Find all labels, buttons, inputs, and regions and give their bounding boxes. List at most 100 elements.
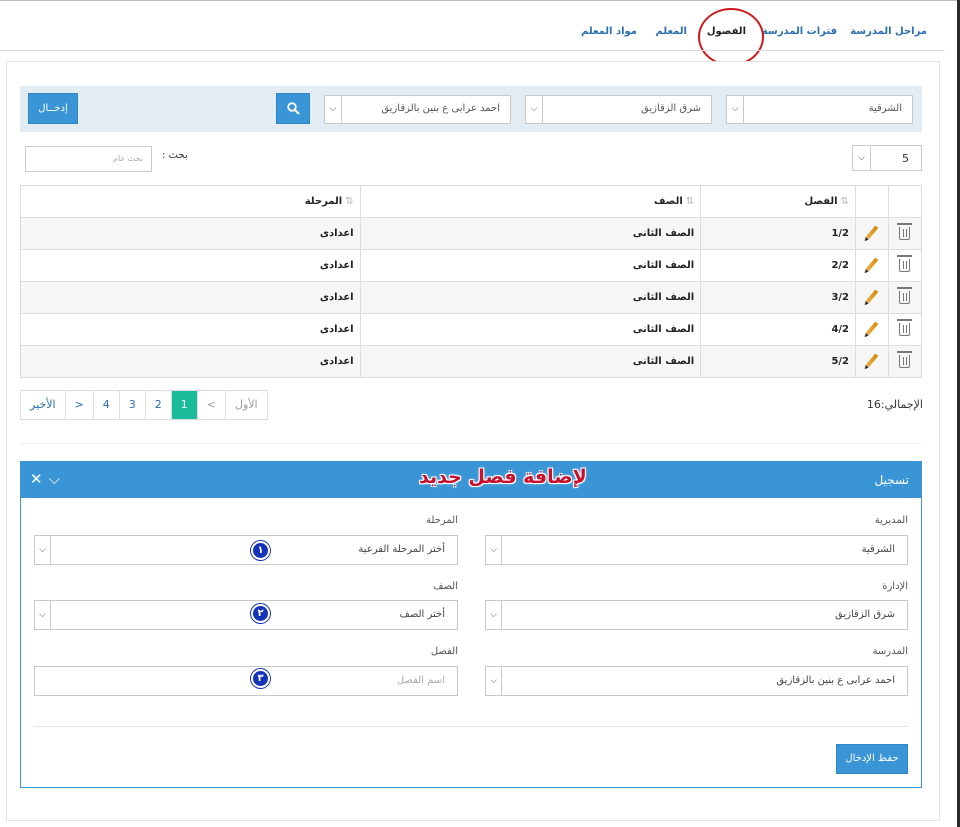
cell-class: 5/2 bbox=[700, 345, 857, 378]
cell-grade: الصف الثانى bbox=[359, 281, 702, 314]
tab-teacher[interactable]: المعلم bbox=[656, 26, 687, 37]
cell-stage: اعدادى bbox=[20, 281, 361, 314]
step-badge-1: ١ bbox=[251, 541, 270, 560]
search-button[interactable] bbox=[276, 93, 310, 124]
window-top-border bbox=[0, 0, 960, 1]
table-row: اعدادى الصف الثانى 5/2 bbox=[20, 345, 923, 378]
tab-school-periods[interactable]: فترات المدرسة bbox=[762, 26, 837, 37]
chevron-down-icon: ⌵ bbox=[35, 601, 51, 629]
stage-label: المرحلة bbox=[426, 515, 458, 526]
class-name-placeholder: اسم الفصل bbox=[396, 675, 445, 686]
section-divider bbox=[20, 443, 922, 444]
trash-icon bbox=[897, 255, 913, 272]
cell-stage: اعدادى bbox=[20, 313, 361, 346]
pager-page-4[interactable]: 4 bbox=[93, 391, 120, 419]
step-badge-2: ٢ bbox=[251, 604, 270, 623]
grade-select[interactable]: أختر الصف ⌵ bbox=[34, 600, 458, 630]
administration-label: الإدارة bbox=[882, 581, 908, 592]
pencil-icon bbox=[865, 256, 879, 272]
table-row: اعدادى الصف الثانى 4/2 bbox=[20, 313, 923, 346]
chevron-down-icon[interactable]: ⌵ bbox=[49, 470, 66, 488]
pager-page-1[interactable]: 1 bbox=[171, 391, 198, 419]
tabs-divider bbox=[0, 50, 945, 51]
save-entry-button[interactable]: حفظ الإدخال bbox=[836, 744, 908, 774]
tab-school-stages[interactable]: مراحل المدرسة bbox=[850, 26, 927, 37]
stage-placeholder: أختر المرحلة الفرعية bbox=[358, 544, 445, 555]
column-header-stage[interactable]: ⇅المرحلة bbox=[20, 185, 361, 218]
delete-button[interactable] bbox=[887, 281, 923, 314]
search-label: بحث : bbox=[162, 150, 188, 161]
chevron-down-icon: ⌵ bbox=[486, 536, 502, 564]
chevron-down-icon: ⌵ bbox=[853, 146, 871, 170]
chevron-down-icon: ⌵ bbox=[727, 96, 744, 123]
pager-prev[interactable]: < bbox=[197, 391, 226, 419]
panel-title: تسجيل bbox=[874, 473, 910, 487]
edit-button[interactable] bbox=[855, 249, 889, 282]
column-header-grade[interactable]: ⇅الصف bbox=[359, 185, 702, 218]
directorate-label: المديرية bbox=[874, 515, 908, 526]
school-filter-select[interactable]: احمد عرابى ع بنين بالزقازيق ⌵ bbox=[324, 95, 511, 124]
cell-grade: الصف الثانى bbox=[359, 249, 702, 282]
edit-button[interactable] bbox=[855, 217, 889, 250]
panel-header: تسجيل لإضافة فصل جديد ✕⌵ bbox=[21, 462, 921, 498]
pager-page-2[interactable]: 2 bbox=[145, 391, 172, 419]
directorate-select[interactable]: الشرقية ⌵ bbox=[485, 535, 908, 565]
pager-next[interactable]: > bbox=[65, 391, 94, 419]
page-size-select[interactable]: 5 ⌵ bbox=[852, 145, 922, 171]
table-row: اعدادى الصف الثانى 1/2 bbox=[20, 217, 923, 250]
administration-filter-select[interactable]: شرق الزقازيق ⌵ bbox=[525, 95, 712, 124]
class-name-input[interactable]: اسم الفصل bbox=[34, 666, 458, 696]
school-value: احمد عرابى ع بنين بالزقازيق bbox=[776, 675, 895, 686]
table-row: اعدادى الصف الثانى 2/2 bbox=[20, 249, 923, 282]
chevron-down-icon: ⌵ bbox=[486, 601, 502, 629]
column-header-edit bbox=[855, 185, 889, 218]
search-icon bbox=[286, 102, 300, 115]
active-tab-highlight-circle bbox=[698, 8, 764, 66]
administration-select[interactable]: شرق الزقازيق ⌵ bbox=[485, 600, 908, 630]
delete-button[interactable] bbox=[887, 345, 923, 378]
close-icon[interactable]: ✕ bbox=[30, 470, 49, 488]
total-count: الإجمالي:16 bbox=[866, 398, 923, 411]
cell-stage: اعدادى bbox=[20, 217, 361, 250]
classes-table: ⇅المرحلة ⇅الصف ⇅الفصل اعدادى الصف الثانى… bbox=[20, 185, 923, 378]
pencil-icon bbox=[865, 352, 879, 368]
column-header-delete bbox=[887, 185, 923, 218]
cell-stage: اعدادى bbox=[20, 345, 361, 378]
trash-icon bbox=[897, 287, 913, 304]
step-badge-3: ٣ bbox=[251, 669, 270, 688]
pencil-icon bbox=[865, 288, 879, 304]
trash-icon bbox=[897, 351, 913, 368]
edit-button[interactable] bbox=[855, 345, 889, 378]
edit-button[interactable] bbox=[855, 281, 889, 314]
pager-first[interactable]: الأول bbox=[225, 391, 267, 419]
cell-class: 3/2 bbox=[700, 281, 857, 314]
delete-button[interactable] bbox=[887, 249, 923, 282]
delete-button[interactable] bbox=[887, 313, 923, 346]
table-row: اعدادى الصف الثانى 3/2 bbox=[20, 281, 923, 314]
pager-page-3[interactable]: 3 bbox=[119, 391, 146, 419]
directorate-filter-value: الشرقية bbox=[868, 103, 902, 114]
search-placeholder: بحث عام bbox=[113, 154, 143, 163]
submit-filter-button[interactable]: إدخــال bbox=[28, 93, 78, 124]
cell-class: 2/2 bbox=[700, 249, 857, 282]
sort-icon: ⇅ bbox=[345, 196, 354, 207]
delete-button[interactable] bbox=[887, 217, 923, 250]
cell-grade: الصف الثانى bbox=[359, 345, 702, 378]
search-input[interactable]: بحث عام bbox=[25, 146, 152, 172]
directorate-filter-select[interactable]: الشرقية ⌵ bbox=[726, 95, 913, 124]
school-select[interactable]: احمد عرابى ع بنين بالزقازيق ⌵ bbox=[485, 666, 908, 696]
grade-placeholder: أختر الصف bbox=[399, 609, 445, 620]
column-header-class[interactable]: ⇅الفصل bbox=[700, 185, 857, 218]
trash-icon bbox=[897, 319, 913, 336]
school-filter-value: احمد عرابى ع بنين بالزقازيق bbox=[381, 103, 500, 114]
sort-icon: ⇅ bbox=[840, 196, 850, 207]
stage-select[interactable]: أختر المرحلة الفرعية ⌵ bbox=[34, 535, 458, 565]
administration-filter-value: شرق الزقازيق bbox=[641, 103, 701, 114]
panel-annotation-caption: لإضافة فصل جديد bbox=[419, 466, 587, 488]
pager-last[interactable]: الأخير bbox=[21, 391, 66, 419]
pencil-icon bbox=[865, 320, 879, 336]
directorate-value: الشرقية bbox=[861, 544, 895, 555]
tab-teacher-subjects[interactable]: مواد المعلم bbox=[581, 26, 637, 37]
edit-button[interactable] bbox=[855, 313, 889, 346]
cell-stage: اعدادى bbox=[20, 249, 361, 282]
